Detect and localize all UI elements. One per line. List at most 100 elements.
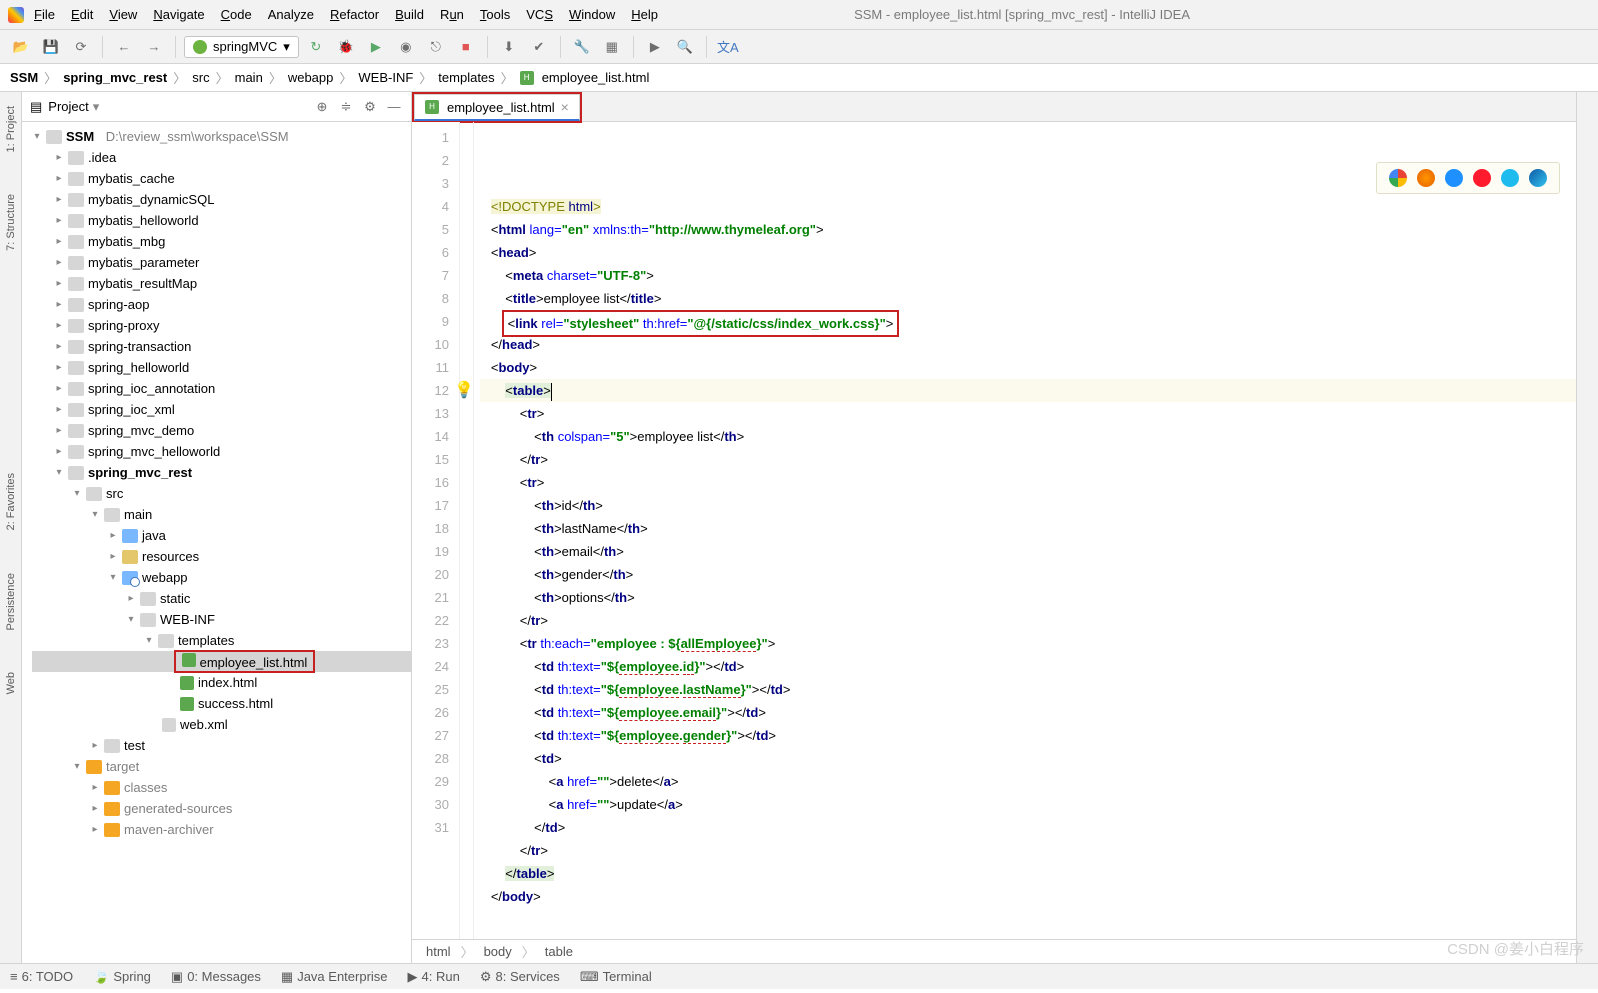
close-icon[interactable]: × [561,99,569,115]
tree-archiver[interactable]: ▸maven-archiver [32,819,411,840]
tree-file-index[interactable]: index.html [32,672,411,693]
tab-persistence[interactable]: Persistence [3,567,19,636]
debug-icon[interactable]: 🐞 [333,34,359,60]
minimize-icon[interactable]: — [385,98,403,116]
tab-favorites[interactable]: 2: Favorites [3,467,19,536]
structure-icon[interactable]: ▦ [599,34,625,60]
tree-java[interactable]: ▸java [32,525,411,546]
sync-icon[interactable]: ⟳ [68,34,94,60]
menu-build[interactable]: Build [389,5,430,24]
tree-module-spring-proxy[interactable]: ▸spring-proxy [32,315,411,336]
tree-webinf[interactable]: ▾WEB-INF [32,609,411,630]
code-area[interactable]: <!DOCTYPE html> <html lang="en" xmlns:th… [474,122,1576,939]
bb-services[interactable]: ⚙ 8: Services [480,969,560,985]
tree-module-mybatis_helloworld[interactable]: ▸mybatis_helloworld [32,210,411,231]
safari-icon[interactable] [1445,169,1463,187]
bc-file[interactable]: employee_list.html [542,70,650,85]
bc-module[interactable]: spring_mvc_rest [63,70,167,85]
tree-module-spring_mvc_rest[interactable]: ▾spring_mvc_rest [32,462,411,483]
tree-file-success[interactable]: success.html [32,693,411,714]
fold-column[interactable] [460,122,474,939]
tree-module-mybatis_cache[interactable]: ▸mybatis_cache [32,168,411,189]
tab-project[interactable]: 1: Project [3,100,19,158]
menu-analyze[interactable]: Analyze [262,5,320,24]
open-icon[interactable]: 📂 [8,34,34,60]
ie-icon[interactable] [1501,169,1519,187]
run-coverage-icon[interactable]: ▶ [363,34,389,60]
tree-module-spring-aop[interactable]: ▸spring-aop [32,294,411,315]
bc-webapp[interactable]: webapp [288,70,334,85]
tree-module-spring_helloworld[interactable]: ▸spring_helloworld [32,357,411,378]
menu-file[interactable]: File [28,5,61,24]
locate-icon[interactable]: ⊕ [313,98,331,116]
vcs-commit-icon[interactable]: ✔ [526,34,552,60]
ebc-table[interactable]: table [545,944,573,959]
tree-src[interactable]: ▾src [32,483,411,504]
menu-run[interactable]: Run [434,5,470,24]
bb-messages[interactable]: ▣ 0: Messages [171,969,261,985]
bb-terminal[interactable]: ⌨ Terminal [580,969,652,985]
tree-module-spring_ioc_xml[interactable]: ▸spring_ioc_xml [32,399,411,420]
ebc-body[interactable]: body [484,944,512,959]
menu-edit[interactable]: Edit [65,5,99,24]
opera-icon[interactable] [1473,169,1491,187]
translate-icon[interactable]: 文A [715,34,741,60]
chrome-icon[interactable] [1389,169,1407,187]
search-icon[interactable]: 🔍 [672,34,698,60]
run-config-selector[interactable]: springMVC ▾ [184,36,299,58]
menu-vcs[interactable]: VCS [520,5,559,24]
profile-icon[interactable]: ◉ [393,34,419,60]
tree-module-spring_mvc_helloworld[interactable]: ▸spring_mvc_helloworld [32,441,411,462]
bc-templates[interactable]: templates [438,70,494,85]
forward-icon[interactable]: → [141,34,167,60]
tree-test[interactable]: ▸test [32,735,411,756]
tab-structure[interactable]: 7: Structure [3,188,19,257]
edge-icon[interactable] [1529,169,1547,187]
tree-module-spring_ioc_annotation[interactable]: ▸spring_ioc_annotation [32,378,411,399]
tree-root[interactable]: ▾SSM D:\review_ssm\workspace\SSM [32,126,411,147]
panel-title[interactable]: Project ▾ [48,99,307,115]
tree-templates[interactable]: ▾templates [32,630,411,651]
bb-todo[interactable]: ≡ 6: TODO [10,969,73,984]
tab-web[interactable]: Web [3,666,19,700]
tree-module-mybatis_parameter[interactable]: ▸mybatis_parameter [32,252,411,273]
tree-module-spring_mvc_demo[interactable]: ▸spring_mvc_demo [32,420,411,441]
tree-target[interactable]: ▾target [32,756,411,777]
tree-module-mybatis_resultMap[interactable]: ▸mybatis_resultMap [32,273,411,294]
tree-module-mybatis_dynamicSQL[interactable]: ▸mybatis_dynamicSQL [32,189,411,210]
menu-tools[interactable]: Tools [474,5,516,24]
menu-help[interactable]: Help [625,5,664,24]
bb-spring[interactable]: 🍃 Spring [93,969,151,985]
menu-view[interactable]: View [103,5,143,24]
menu-navigate[interactable]: Navigate [147,5,210,24]
tree-module-spring-transaction[interactable]: ▸spring-transaction [32,336,411,357]
save-icon[interactable]: 💾 [38,34,64,60]
stop-icon[interactable]: ■ [453,34,479,60]
rerun-icon[interactable]: ↻ [303,34,329,60]
bc-webinf[interactable]: WEB-INF [358,70,413,85]
bc-main[interactable]: main [235,70,263,85]
bb-java-enterprise[interactable]: ▦ Java Enterprise [281,969,388,985]
tree-module-mybatis_mbg[interactable]: ▸mybatis_mbg [32,231,411,252]
editor-tab-employee[interactable]: H employee_list.html × [414,94,580,121]
tree-file-web[interactable]: web.xml [32,714,411,735]
vcs-update-icon[interactable]: ⬇ [496,34,522,60]
run-anything-icon[interactable]: ▶ [642,34,668,60]
settings-icon[interactable]: ⚙ [361,98,379,116]
bb-run[interactable]: ▶ 4: Run [408,969,460,985]
firefox-icon[interactable] [1417,169,1435,187]
settings-icon[interactable]: 🔧 [569,34,595,60]
tree-webapp[interactable]: ▾webapp [32,567,411,588]
bc-root[interactable]: SSM [10,70,38,85]
tree-module-.idea[interactable]: ▸.idea [32,147,411,168]
menu-window[interactable]: Window [563,5,621,24]
attach-icon[interactable]: ⎋ [423,34,449,60]
expand-all-icon[interactable]: ≑ [337,98,355,116]
tree-file-employee[interactable]: employee_list.html [32,651,411,672]
tree-resources[interactable]: ▸resources [32,546,411,567]
menu-code[interactable]: Code [215,5,258,24]
tree-main[interactable]: ▾main [32,504,411,525]
tree-classes[interactable]: ▸classes [32,777,411,798]
tree-gensrc[interactable]: ▸generated-sources [32,798,411,819]
tree-static[interactable]: ▸static [32,588,411,609]
